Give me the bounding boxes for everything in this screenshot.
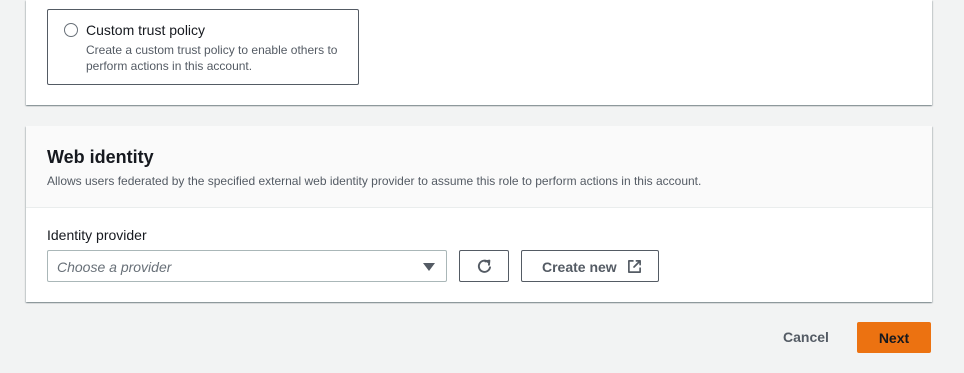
web-identity-header: Web identity Allows users federated by t…	[26, 126, 932, 208]
custom-trust-policy-radio[interactable]	[64, 23, 78, 37]
web-identity-panel: Web identity Allows users federated by t…	[26, 126, 932, 302]
identity-provider-label: Identity provider	[47, 227, 147, 243]
identity-provider-placeholder: Choose a provider	[57, 259, 172, 275]
external-link-icon	[628, 260, 641, 273]
caret-down-icon	[423, 263, 435, 271]
custom-trust-policy-description: Create a custom trust policy to enable o…	[86, 43, 338, 73]
web-identity-description: Allows users federated by the specified …	[47, 174, 702, 188]
trusted-entity-panel: Custom trust policy Create a custom trus…	[26, 0, 932, 105]
refresh-icon	[477, 259, 491, 273]
identity-provider-select[interactable]: Choose a provider	[47, 250, 447, 282]
custom-trust-policy-tile[interactable]: Custom trust policy Create a custom trus…	[47, 9, 359, 85]
create-new-button[interactable]: Create new	[521, 250, 659, 282]
cancel-button[interactable]: Cancel	[770, 321, 842, 353]
custom-trust-policy-title: Custom trust policy	[86, 22, 206, 38]
create-new-label: Create new	[542, 259, 617, 275]
web-identity-title: Web identity	[47, 147, 154, 167]
refresh-button[interactable]	[459, 250, 509, 282]
next-button[interactable]: Next	[857, 322, 931, 353]
